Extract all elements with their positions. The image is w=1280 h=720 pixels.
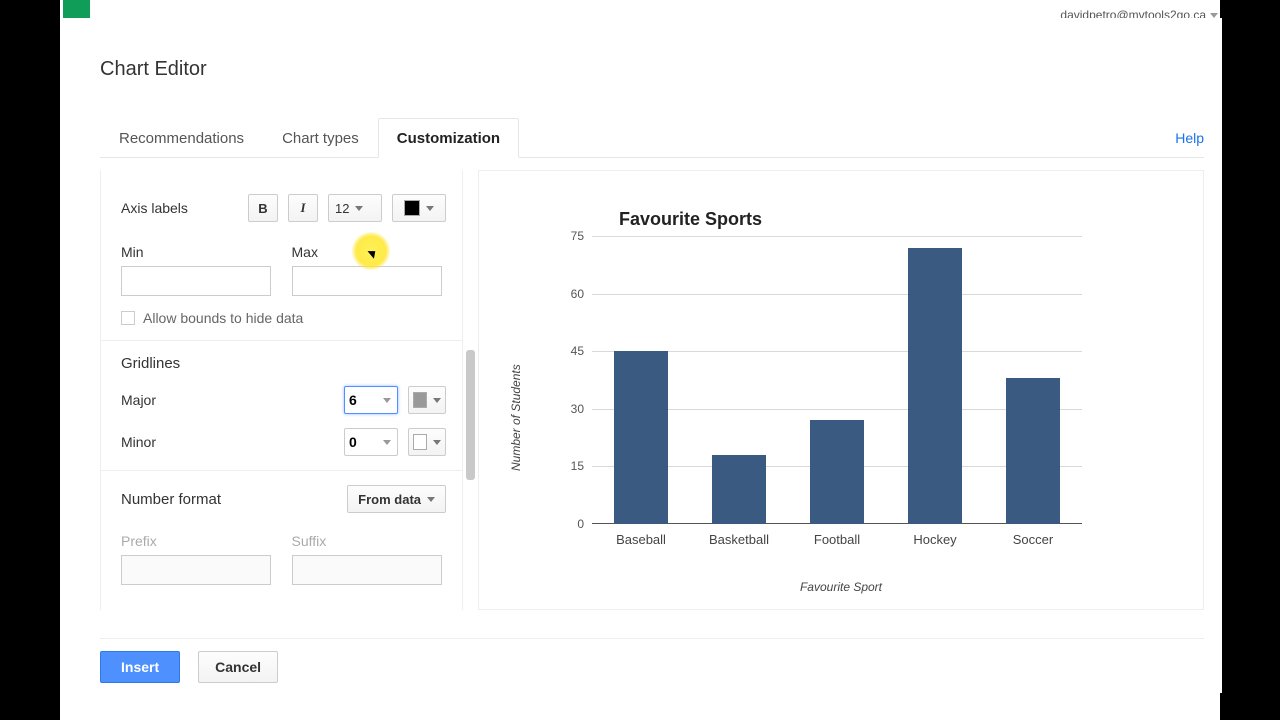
bar — [908, 248, 962, 524]
chart-editor-dialog: Chart Editor Recommendations Chart types… — [78, 18, 1222, 693]
gridlines-section: Gridlines Major Minor — [101, 341, 462, 471]
chevron-down-icon — [427, 497, 435, 502]
cancel-button[interactable]: Cancel — [198, 651, 278, 683]
section-title-number-format: Number format — [121, 491, 347, 508]
x-axis-title: Favourite Sport — [800, 580, 882, 594]
chart-title: Favourite Sports — [619, 209, 762, 230]
bar — [1006, 378, 1060, 524]
y-tick-label: 30 — [571, 402, 584, 416]
major-gridlines-value[interactable] — [345, 388, 373, 412]
axis-labels-section: Axis labels B I 12 Min — [101, 170, 462, 341]
font-color-dropdown[interactable] — [392, 194, 446, 222]
bold-button[interactable]: B — [248, 194, 278, 222]
bar — [614, 351, 668, 524]
x-tick-label: Hockey — [913, 532, 956, 547]
y-tick-label: 45 — [571, 344, 584, 358]
suffix-label: Suffix — [292, 533, 447, 549]
app-logo — [63, 0, 90, 18]
x-tick-label: Football — [814, 532, 860, 547]
italic-button[interactable]: I — [288, 194, 318, 222]
minor-gridlines-dropdown[interactable] — [344, 428, 398, 456]
section-title-axis-labels: Axis labels — [121, 200, 238, 216]
color-swatch-icon — [413, 392, 427, 408]
font-size-dropdown[interactable]: 12 — [328, 194, 382, 222]
chevron-down-icon — [355, 206, 363, 211]
major-gridlines-dropdown[interactable] — [344, 386, 398, 414]
color-swatch-icon — [413, 434, 427, 450]
major-gridlines-color[interactable] — [408, 386, 446, 414]
dialog-footer: Insert Cancel — [100, 638, 1204, 683]
axis-min-input[interactable] — [121, 266, 271, 296]
chevron-down-icon — [433, 440, 441, 445]
color-swatch-icon — [404, 200, 420, 216]
gridline — [592, 236, 1082, 237]
y-axis-title: Number of Students — [509, 364, 523, 471]
chevron-down-icon — [383, 440, 391, 445]
number-format-value: From data — [358, 492, 421, 507]
tabs-row: Recommendations Chart types Customizatio… — [100, 118, 1204, 158]
number-format-section: Number format From data Prefix Suffix — [101, 471, 462, 599]
tab-customization[interactable]: Customization — [378, 118, 519, 158]
axis-max-input[interactable] — [292, 266, 442, 296]
major-label: Major — [121, 392, 344, 408]
font-size-value: 12 — [335, 201, 349, 216]
x-tick-label: Baseball — [616, 532, 666, 547]
tab-recommendations[interactable]: Recommendations — [100, 118, 263, 158]
gridline — [592, 294, 1082, 295]
bar — [712, 455, 766, 524]
insert-button[interactable]: Insert — [100, 651, 180, 683]
minor-gridlines-color[interactable] — [408, 428, 446, 456]
number-format-dropdown[interactable]: From data — [347, 485, 446, 513]
y-tick-label: 15 — [571, 459, 584, 473]
suffix-input — [292, 555, 442, 585]
y-tick-label: 75 — [571, 229, 584, 243]
max-label: Max — [292, 244, 447, 260]
section-title-gridlines: Gridlines — [121, 355, 446, 372]
allow-bounds-label: Allow bounds to hide data — [143, 310, 303, 326]
x-tick-label: Basketball — [709, 532, 769, 547]
allow-bounds-checkbox[interactable] — [121, 311, 135, 325]
bar — [810, 420, 864, 524]
chevron-down-icon — [426, 206, 434, 211]
chevron-down-icon — [433, 398, 441, 403]
customization-scroll-panel: Axis labels B I 12 Min — [100, 170, 463, 610]
x-tick-label: Soccer — [1013, 532, 1053, 547]
minor-gridlines-value[interactable] — [345, 430, 373, 454]
scrollbar-thumb[interactable] — [466, 350, 475, 480]
chart-preview: Favourite Sports Number of Students Favo… — [478, 170, 1204, 610]
chevron-down-icon — [383, 398, 391, 403]
minor-label: Minor — [121, 434, 344, 450]
y-tick-label: 0 — [577, 517, 584, 531]
prefix-input — [121, 555, 271, 585]
tab-chart-types[interactable]: Chart types — [263, 118, 378, 158]
prefix-label: Prefix — [121, 533, 276, 549]
plot-area: 01530456075BaseballBasketballFootballHoc… — [592, 236, 1082, 524]
chevron-down-icon — [1210, 13, 1218, 18]
dialog-title: Chart Editor — [100, 58, 207, 81]
y-tick-label: 60 — [571, 287, 584, 301]
min-label: Min — [121, 244, 276, 260]
help-link[interactable]: Help — [1175, 130, 1204, 146]
